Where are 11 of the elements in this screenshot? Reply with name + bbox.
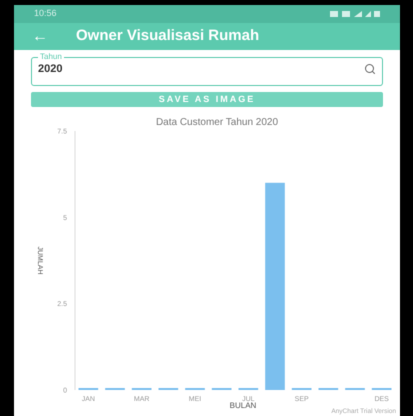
status-time: 10:56 — [34, 7, 57, 20]
save-image-button[interactable]: SAVE AS IMAGE — [31, 92, 383, 107]
year-field[interactable]: Tahun 2020 — [31, 53, 383, 86]
field-label: Tahun — [39, 53, 63, 61]
back-button[interactable]: ← — [32, 28, 48, 44]
x-axis-title: BULAN — [230, 401, 256, 410]
chart-title: Data Customer Tahun 2020 — [156, 117, 278, 128]
search-icon[interactable] — [364, 63, 376, 76]
app-title: Owner Visualisasi Rumah — [76, 26, 260, 46]
field-value: 2020 — [38, 62, 62, 77]
status-icons — [330, 10, 380, 18]
